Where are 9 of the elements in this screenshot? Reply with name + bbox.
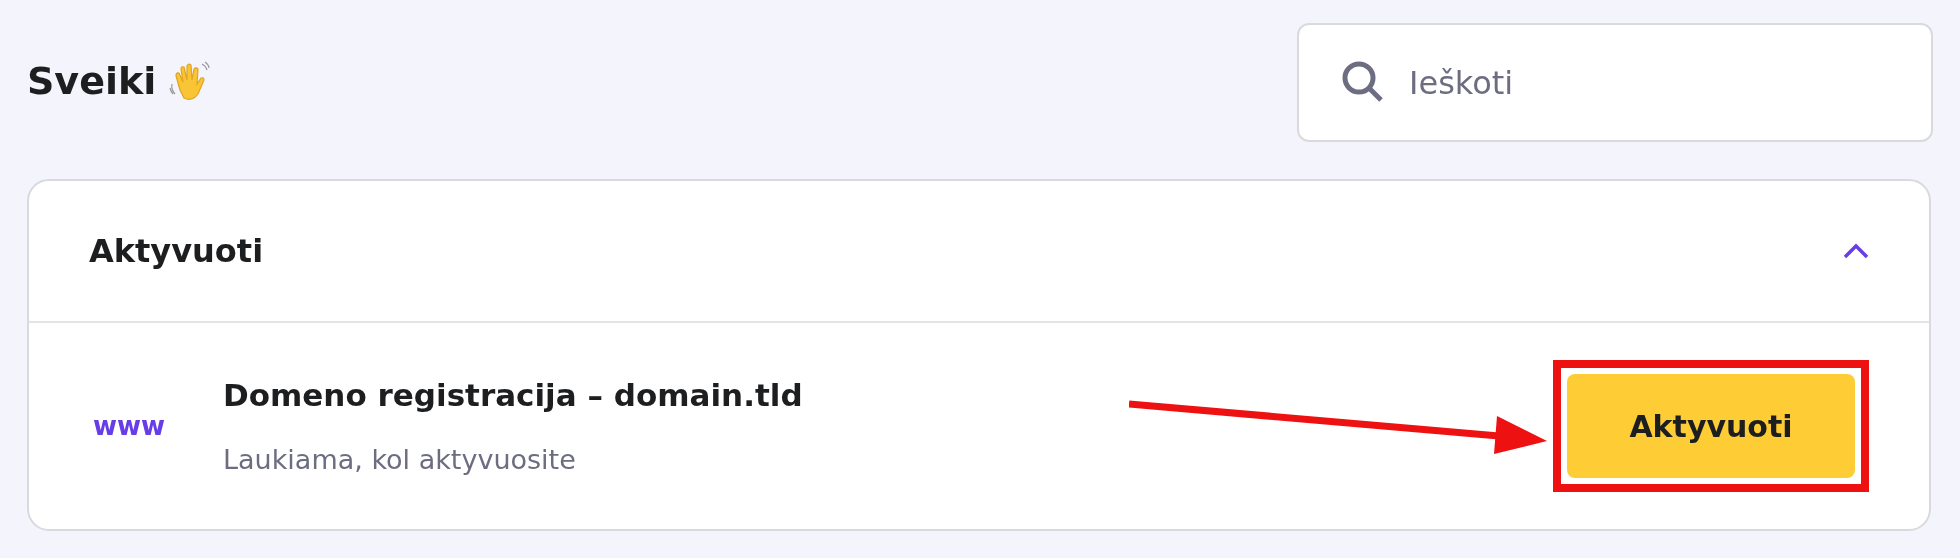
activate-button[interactable]: Aktyvuoti (1567, 374, 1855, 478)
item-title: Domeno registracija – domain.tld (223, 375, 804, 415)
greeting-heading: Sveiki (27, 58, 157, 105)
www-label: www (93, 409, 167, 443)
chevron-icon[interactable] (1843, 243, 1869, 259)
search-field[interactable]: Ieškoti (1297, 23, 1933, 142)
item-status: Laukiama, kol aktyvuosite (223, 443, 577, 477)
section-title: Aktyvuoti (89, 231, 264, 272)
search-input: Ieškoti (1409, 58, 1889, 107)
